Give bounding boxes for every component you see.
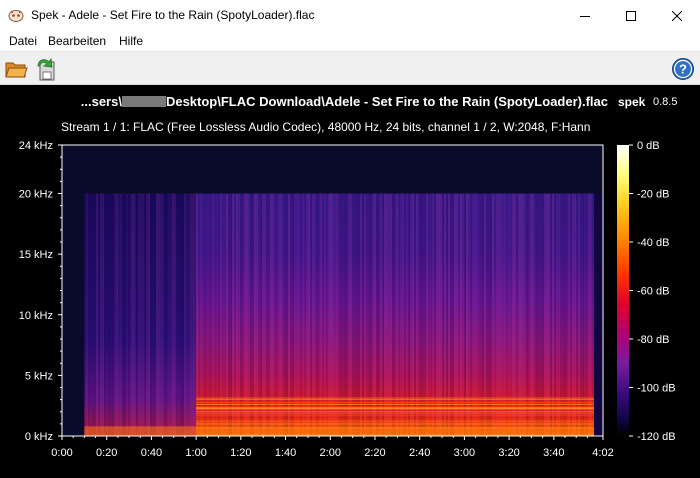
window-title: Spek - Adele - Set Fire to the Rain (Spo… xyxy=(31,8,315,22)
x-tick-label: 3:20 xyxy=(498,447,519,459)
close-button[interactable] xyxy=(654,0,700,31)
help-button[interactable]: ? xyxy=(671,57,695,81)
save-icon xyxy=(37,57,55,81)
color-scale: 0 dB -20 dB -40 dB -60 dB -80 dB -100 dB -120 … xyxy=(617,140,676,443)
y-tick-label: 10 kHz xyxy=(19,310,53,322)
spek-app-icon xyxy=(8,10,24,22)
spectral-texture xyxy=(84,193,595,436)
help-icon: ? xyxy=(672,58,694,80)
file-path-title: ...sers\ Desktop\FLAC Download\Adele - Se… xyxy=(60,94,608,109)
menu-hilfe[interactable]: Hilfe xyxy=(119,34,143,48)
x-tick-label: 2:40 xyxy=(409,447,430,459)
y-tick-label: 0 kHz xyxy=(25,431,53,443)
spectrogram-image xyxy=(62,145,603,436)
db-tick-label: -60 dB xyxy=(637,286,669,298)
x-tick-label: 1:20 xyxy=(230,447,251,459)
db-tick-label: -40 dB xyxy=(637,237,669,249)
save-button[interactable] xyxy=(34,56,58,82)
menu-bearbeiten[interactable]: Bearbeiten xyxy=(48,34,106,48)
close-icon xyxy=(672,10,682,21)
db-tick-label: -120 dB xyxy=(637,431,676,443)
db-tick-label: -20 dB xyxy=(637,189,669,201)
open-button[interactable] xyxy=(4,57,28,81)
db-tick-label: 0 dB xyxy=(637,140,660,152)
y-tick-label: 15 kHz xyxy=(19,249,53,261)
db-tick-label: -100 dB xyxy=(637,383,676,395)
open-folder-icon xyxy=(5,62,28,78)
stream-info: Stream 1 / 1: FLAC (Free Lossless Audio … xyxy=(61,120,591,134)
maximize-button[interactable] xyxy=(608,0,654,31)
spectrogram-panel: 0 kHz 5 kHz 10 kHz 15 kHz 20 kHz 24 kHz 0:00 0:… xyxy=(0,85,700,478)
minimize-icon xyxy=(580,15,590,17)
redacted-username xyxy=(121,96,166,107)
x-tick-label: 2:00 xyxy=(320,447,341,459)
tail-region xyxy=(594,193,603,436)
x-tick-label: 0:20 xyxy=(96,447,117,459)
maximize-icon xyxy=(626,10,636,21)
x-tick-label: 3:40 xyxy=(543,447,564,459)
svg-text:?: ? xyxy=(679,62,687,77)
color-scale-bar xyxy=(617,145,629,436)
app-name: spek xyxy=(618,95,646,109)
x-tick-label: 1:40 xyxy=(275,447,296,459)
minimize-button[interactable] xyxy=(562,0,608,31)
file-path-suffix: Desktop\FLAC Download\Adele - Set Fire t… xyxy=(165,94,608,109)
y-tick-label: 20 kHz xyxy=(19,189,53,201)
file-path-prefix: ...sers\ xyxy=(80,94,122,109)
toolbar: ? xyxy=(0,51,700,85)
y-tick-label: 5 kHz xyxy=(25,370,53,382)
spectrogram-plot: 0 kHz 5 kHz 10 kHz 15 kHz 20 kHz 24 kHz 0:00 0:… xyxy=(19,140,676,459)
x-tick-label: 3:00 xyxy=(454,447,475,459)
x-tick-label: 1:00 xyxy=(185,447,206,459)
menu-datei[interactable]: Datei xyxy=(9,34,37,48)
x-tick-label: 4:02 xyxy=(592,447,613,459)
title-bar[interactable]: Spek - Adele - Set Fire to the Rain (Spo… xyxy=(0,0,700,31)
x-tick-label: 2:20 xyxy=(364,447,385,459)
x-tick-label: 0:40 xyxy=(141,447,162,459)
db-tick-label: -80 dB xyxy=(637,334,669,346)
y-tick-label: 24 kHz xyxy=(19,140,53,152)
app-version: 0.8.5 xyxy=(653,96,678,108)
x-tick-label: 0:00 xyxy=(51,447,72,459)
menu-bar: Datei Bearbeiten Hilfe xyxy=(0,31,700,51)
